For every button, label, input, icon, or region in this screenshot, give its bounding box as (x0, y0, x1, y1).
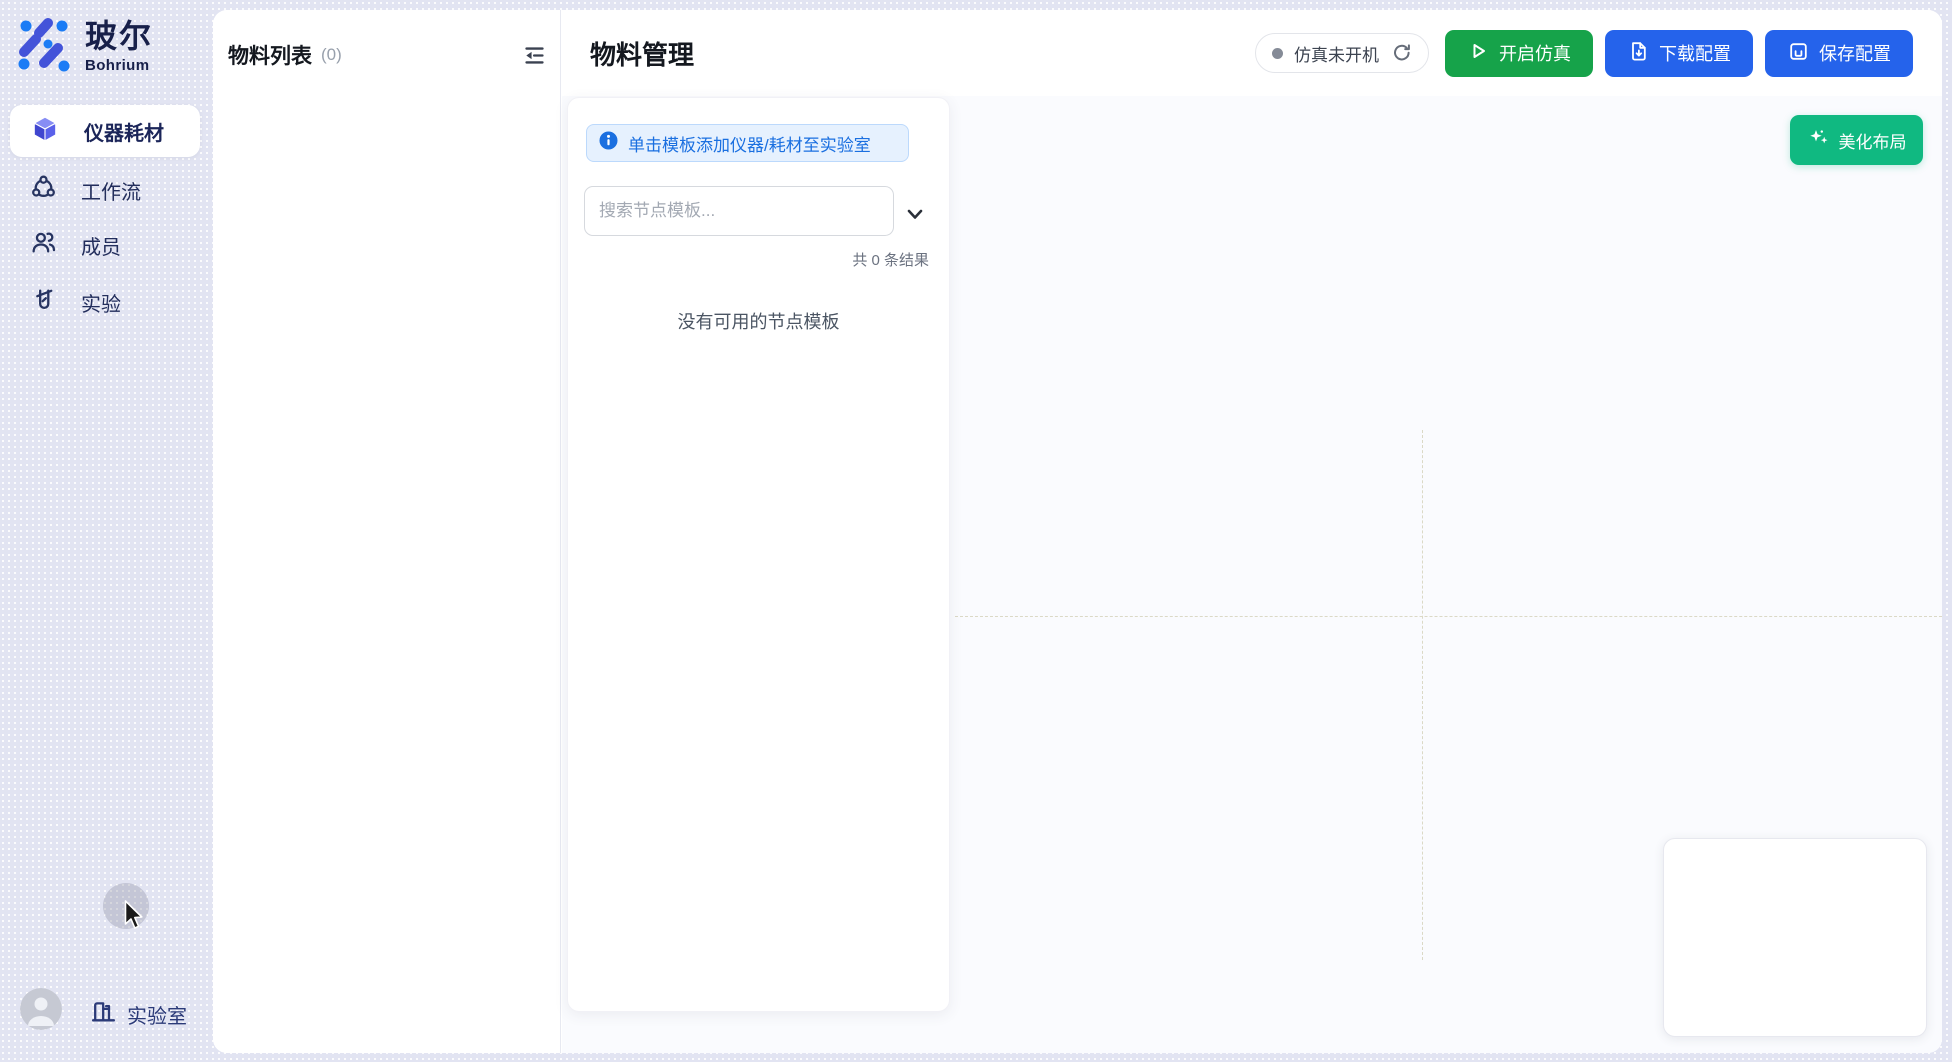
canvas-guide-horizontal (955, 616, 1942, 617)
user-avatar[interactable] (20, 988, 62, 1030)
info-icon (599, 131, 618, 155)
experiment-icon (30, 286, 57, 318)
workflow-icon (30, 174, 57, 206)
refresh-icon[interactable] (1392, 43, 1412, 63)
brand-name-en: Bohrium (85, 57, 153, 74)
sidebar-item-label: 成员 (81, 231, 121, 260)
lab-label: 实验室 (127, 1000, 187, 1029)
sidebar-item-instruments[interactable]: 仪器耗材 (10, 105, 200, 157)
sidebar-item-members[interactable]: 成员 (10, 219, 200, 271)
play-icon (1467, 40, 1489, 67)
main-header: 物料管理 仿真未开机 开启仿真 (562, 10, 1942, 96)
save-icon (1787, 40, 1809, 67)
beautify-layout-button[interactable]: 美化布局 (1790, 115, 1923, 165)
mouse-cursor (124, 900, 150, 937)
start-simulation-button[interactable]: 开启仿真 (1445, 30, 1593, 77)
download-config-button[interactable]: 下载配置 (1605, 30, 1753, 77)
chevron-down-icon[interactable] (901, 200, 929, 228)
sidebar-item-experiment[interactable]: 实验 (10, 276, 200, 328)
status-label: 仿真未开机 (1294, 41, 1379, 66)
palette-hint-banner: 单击模板添加仪器/耗材至实验室 (586, 124, 909, 162)
node-template-palette: 单击模板添加仪器/耗材至实验室 共 0 条结果 没有可用的节点模板 (567, 97, 950, 1012)
palette-hint-text: 单击模板添加仪器/耗材至实验室 (628, 131, 871, 156)
sparkles-icon (1807, 126, 1831, 155)
bohrium-logo-icon (17, 18, 71, 77)
members-icon (30, 229, 57, 261)
button-label: 下载配置 (1659, 40, 1731, 66)
material-list-count: (0) (321, 45, 342, 65)
result-count: 共 0 条结果 (852, 249, 929, 270)
simulation-status-pill: 仿真未开机 (1255, 33, 1429, 73)
sidebar-item-label: 实验 (81, 288, 121, 317)
cube-icon (30, 114, 60, 149)
material-list-panel: 物料列表 (0) (213, 10, 561, 1053)
material-list-title: 物料列表 (228, 40, 312, 70)
canvas-guide-vertical (1422, 430, 1423, 960)
sidebar-item-label: 仪器耗材 (84, 117, 164, 146)
beautify-label: 美化布局 (1839, 128, 1907, 153)
button-label: 开启仿真 (1499, 40, 1571, 66)
sidebar-item-workflow[interactable]: 工作流 (10, 164, 200, 216)
building-icon (90, 998, 117, 1030)
material-list-header: 物料列表 (0) (228, 40, 545, 70)
canvas-minimap[interactable] (1663, 838, 1927, 1037)
empty-state-text: 没有可用的节点模板 (568, 308, 949, 334)
brand-logo: 玻尔 Bohrium (17, 18, 153, 77)
collapse-list-icon[interactable] (524, 45, 545, 66)
lab-switcher[interactable]: 实验室 (90, 998, 187, 1030)
sidebar-item-label: 工作流 (81, 176, 141, 205)
save-config-button[interactable]: 保存配置 (1765, 30, 1913, 77)
search-input[interactable] (584, 186, 894, 236)
page-title: 物料管理 (590, 35, 694, 72)
status-dot (1272, 48, 1283, 59)
button-label: 保存配置 (1819, 40, 1891, 66)
file-download-icon (1627, 40, 1649, 67)
brand-name-zh: 玻尔 (85, 18, 153, 54)
